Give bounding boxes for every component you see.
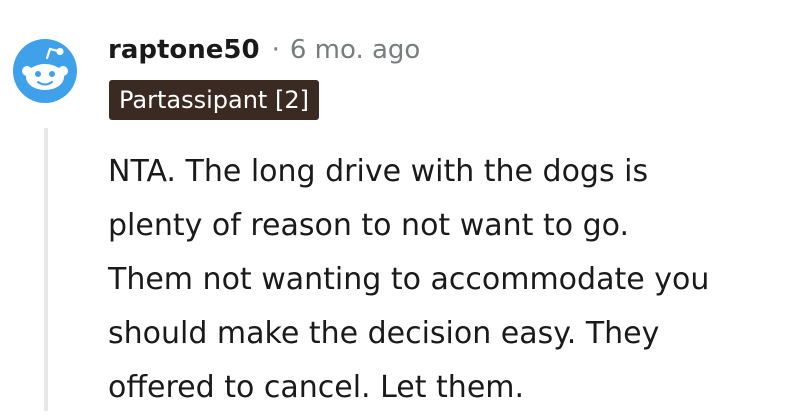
- user-flair-badge: Partassipant [2]: [109, 80, 319, 120]
- meta-separator: ·: [271, 35, 280, 65]
- timestamp-link[interactable]: 6 mo. ago: [290, 35, 420, 65]
- comment-text-line: should make the decision easy. They: [108, 316, 660, 351]
- username-link[interactable]: raptone50: [108, 35, 260, 65]
- comment-header: raptone50 · 6 mo. ago: [108, 30, 420, 70]
- comment-body: NTA. The long drive with the dogs is ple…: [108, 145, 778, 415]
- comment-text-line: Them not wanting to accommodate you: [108, 262, 710, 297]
- comment-text-line: NTA. The long drive with the dogs is: [108, 154, 649, 189]
- user-avatar[interactable]: [13, 39, 77, 103]
- comment-text-line: plenty of reason to not want to go.: [108, 208, 630, 243]
- comment-text-line: offered to cancel. Let them.: [108, 370, 525, 405]
- reddit-snoo-avatar-icon: [13, 39, 77, 103]
- thread-line[interactable]: [44, 128, 48, 411]
